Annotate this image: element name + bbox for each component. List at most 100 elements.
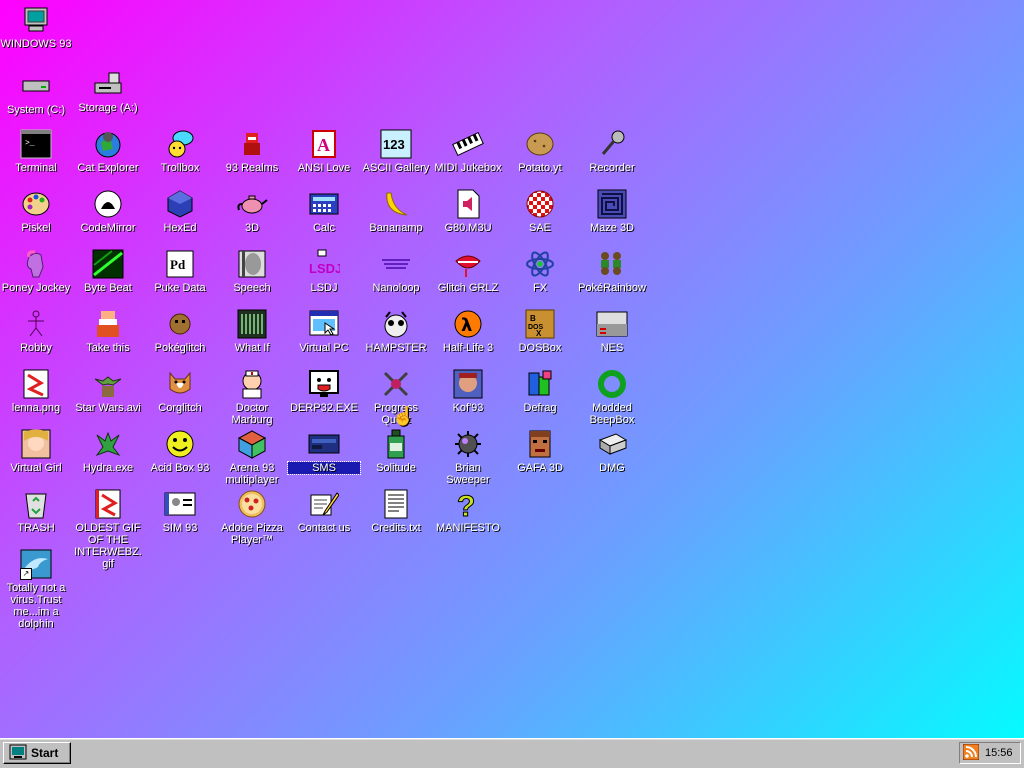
- desktop-icon-lsdj[interactable]: LSDJ LSDJ: [288, 248, 360, 294]
- desktop-icon-take-this[interactable]: Take this: [72, 308, 144, 354]
- lambda-icon: λ: [452, 308, 484, 340]
- desktop-icon-credits-txt[interactable]: Credits.txt: [360, 488, 432, 534]
- desktop-icon-dosbox[interactable]: B DOS X DOSBox: [504, 308, 576, 354]
- start-button[interactable]: Start: [3, 742, 71, 764]
- desktop-icon-what-if[interactable]: What If: [216, 308, 288, 354]
- desktop-icon-oldest-gif[interactable]: OLDEST GIF OF THE INTERWEBZ.gif: [72, 488, 144, 570]
- desktop-icon-poney-jockey[interactable]: Poney Jockey: [0, 248, 72, 294]
- desktop-icon-midi-jukebox[interactable]: MIDI Jukebox: [432, 128, 504, 174]
- desktop-icon-virtual-girl[interactable]: Virtual Girl: [0, 428, 72, 474]
- desktop-icon-sim93[interactable]: SIM 93: [144, 488, 216, 534]
- desktop-icon-system-c[interactable]: System (C:): [0, 70, 72, 116]
- desktop-icon-speech[interactable]: Speech: [216, 248, 288, 294]
- desktop-icon-brian-sweeper[interactable]: Brian Sweeper: [432, 428, 504, 486]
- desktop-icon-derp32[interactable]: DERP32.EXE: [288, 368, 360, 414]
- desktop-icon-arena93[interactable]: Arena 93 multiplayer: [216, 428, 288, 486]
- pony-icon: [20, 248, 52, 280]
- icon-label: G80.M3U: [444, 222, 492, 234]
- desktop-icon-virtual-pc[interactable]: Virtual PC: [288, 308, 360, 354]
- desktop-icon-acid-box[interactable]: Acid Box 93: [144, 428, 216, 474]
- desktop-icon-doctor-marburg[interactable]: Doctor Marburg: [216, 368, 288, 426]
- icon-label: Terminal: [15, 162, 57, 174]
- clock[interactable]: 15:56: [985, 747, 1013, 759]
- svg-text:Pd: Pd: [170, 257, 186, 272]
- desktop-icon-pokeglitch[interactable]: Pokéglitch: [144, 308, 216, 354]
- desktop-icon-lenna-png[interactable]: lenna.png: [0, 368, 72, 414]
- desktop-icon-ansi-love[interactable]: A ANSI Love: [288, 128, 360, 174]
- dosbox-logo-icon: B DOS X: [524, 308, 556, 340]
- icon-label: OLDEST GIF OF THE INTERWEBZ.gif: [74, 522, 142, 570]
- desktop-icon-storage-a[interactable]: Storage (A:): [72, 68, 144, 114]
- desktop-icon-bananamp[interactable]: Bananamp: [360, 188, 432, 234]
- icon-label: Glitch GRLZ: [437, 282, 499, 294]
- desktop-icon-corglitch[interactable]: Corglitch: [144, 368, 216, 414]
- desktop-icon-sae[interactable]: SAE: [504, 188, 576, 234]
- desktop-icon-puke-data[interactable]: Pd Puke Data: [144, 248, 216, 294]
- desktop-icon-recorder[interactable]: Recorder: [576, 128, 648, 174]
- hard-drive-icon: [20, 70, 52, 102]
- desktop-icon-terminal[interactable]: >_ Terminal: [0, 128, 72, 174]
- sms-console-icon: [308, 428, 340, 460]
- desktop-icon-ascii-gallery[interactable]: 123 ASCII Gallery: [360, 128, 432, 174]
- desktop-icon-hampster[interactable]: HAMPSTER: [360, 308, 432, 354]
- desktop-icon-byte-beat[interactable]: Byte Beat: [72, 248, 144, 294]
- microphone-icon: [596, 128, 628, 160]
- icon-label: Acid Box 93: [150, 462, 210, 474]
- desktop-icon-adobe-pizza[interactable]: Adobe Pizza Player™: [216, 488, 288, 546]
- windows-logo-icon: [9, 744, 27, 763]
- desktop-icon-gafa-3d[interactable]: GAFA 3D: [504, 428, 576, 474]
- letter-pen-icon: [308, 488, 340, 520]
- icon-label: DERP32.EXE: [290, 402, 358, 414]
- icon-label: Totally not a virus.Trust me...im a dolp…: [6, 582, 66, 630]
- icon-label: Poney Jockey: [1, 282, 71, 294]
- desktop-icon-hydra-exe[interactable]: Hydra.exe: [72, 428, 144, 474]
- desktop-icon-half-life-3[interactable]: λ Half-Life 3: [432, 308, 504, 354]
- yoda-icon: [92, 368, 124, 400]
- icon-label: Virtual Girl: [10, 462, 62, 474]
- svg-text:123: 123: [383, 137, 405, 152]
- desktop-icon-3d[interactable]: 3D: [216, 188, 288, 234]
- desktop-icon-sms[interactable]: SMS: [287, 428, 361, 475]
- desktop-icon-piskel[interactable]: Piskel: [0, 188, 72, 234]
- desktop-icon-nes[interactable]: NES: [576, 308, 648, 354]
- desktop-icon-g80-m3u[interactable]: G80.M3U: [432, 188, 504, 234]
- desktop-icon-potato-yt[interactable]: Potato.yt: [504, 128, 576, 174]
- icon-label: Nanoloop: [372, 282, 420, 294]
- defrag-blocks-icon: [524, 368, 556, 400]
- icon-label: Contact us: [297, 522, 351, 534]
- atom-icon: [524, 248, 556, 280]
- desktop-icon-dolphin[interactable]: ↗ Totally not a virus.Trust me...im a do…: [0, 548, 72, 630]
- desktop-icon-trash[interactable]: TRASH: [0, 488, 72, 534]
- desktop-icon-star-wars[interactable]: Star Wars.avi: [72, 368, 144, 414]
- rss-feed-icon[interactable]: [962, 743, 980, 763]
- icon-label: Corglitch: [158, 402, 202, 414]
- icon-label: Star Wars.avi: [75, 402, 141, 414]
- desktop-icon-codemirror[interactable]: CodeMirror: [72, 188, 144, 234]
- dolphin-icon: ↗: [20, 548, 52, 580]
- icon-label: Pokéglitch: [154, 342, 206, 354]
- desktop-icon-trollbox[interactable]: Trollbox: [144, 128, 216, 174]
- desktop-icon-manifesto[interactable]: ? MANIFESTO: [432, 488, 504, 535]
- desktop-icon-contact-us[interactable]: Contact us: [288, 488, 360, 534]
- desktop-icon-modded-beepbox[interactable]: Modded BeepBox: [576, 368, 648, 426]
- checkered-ball-icon: [524, 188, 556, 220]
- desktop-icon-pokerainbow[interactable]: PokéRainbow: [576, 248, 648, 294]
- desktop-icon-maze-3d[interactable]: Maze 3D: [576, 188, 648, 234]
- desktop-icon-cat-explorer[interactable]: Cat Explorer: [72, 128, 144, 174]
- corgi-icon: [164, 368, 196, 400]
- desktop-icon-solitude[interactable]: Solitude: [360, 428, 432, 474]
- desktop-icon-calc[interactable]: Calc: [288, 188, 360, 234]
- desktop-icon-93-realms[interactable]: 93 Realms: [216, 128, 288, 174]
- desktop-icon-defrag[interactable]: Defrag: [504, 368, 576, 414]
- desktop-icon-robby[interactable]: Robby: [0, 308, 72, 354]
- text-file-icon: [380, 488, 412, 520]
- desktop-icon-windows93[interactable]: WINDOWS 93: [0, 4, 72, 50]
- desktop-icon-fx[interactable]: FX: [504, 248, 576, 294]
- desktop-icon-nanoloop[interactable]: Nanoloop: [360, 248, 432, 294]
- desktop-icon-dmg[interactable]: DMG: [576, 428, 648, 474]
- desktop-icon-kof93[interactable]: Kof'93: [432, 368, 504, 414]
- barcode-window-icon: [236, 308, 268, 340]
- desktop-icon-glitch-grlz[interactable]: Glitch GRLZ: [432, 248, 504, 294]
- desktop-icon-hexed[interactable]: HexEd: [144, 188, 216, 234]
- shortcut-arrow-icon: ↗: [20, 568, 32, 580]
